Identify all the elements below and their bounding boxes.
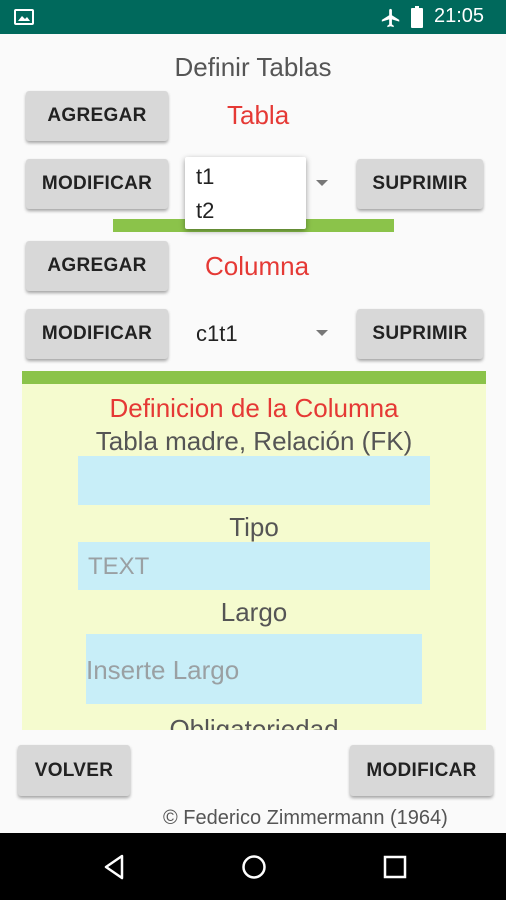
page-title: Definir Tablas (174, 52, 332, 82)
column-divider (22, 371, 486, 384)
table-option[interactable]: t2 (196, 198, 214, 224)
delete-table-button[interactable]: SUPRIMIR (357, 159, 483, 209)
home-icon[interactable] (241, 854, 267, 885)
copyright-footer: © Federico Zimmermann (1964) (163, 807, 448, 829)
largo-placeholder: Inserte Largo (86, 655, 240, 685)
table-section-label: Tabla (227, 100, 290, 130)
airplane-icon (380, 7, 402, 34)
status-clock: 21:05 (434, 5, 485, 27)
modify-column-button[interactable]: MODIFICAR (26, 309, 168, 359)
status-bar: 21:05 (0, 0, 506, 34)
column-section-label: Columna (205, 251, 310, 281)
tipo-input[interactable]: TEXT (78, 542, 430, 590)
back-icon[interactable] (103, 854, 125, 885)
fk-input[interactable] (78, 456, 430, 505)
tipo-placeholder: TEXT (88, 553, 150, 580)
largo-input[interactable]: Inserte Largo (86, 634, 422, 704)
largo-label: Largo (220, 597, 288, 627)
image-notification-icon (14, 9, 34, 30)
add-table-button[interactable]: AGREGAR (26, 91, 168, 141)
back-button[interactable]: VOLVER (18, 745, 130, 796)
battery-icon (411, 6, 423, 33)
column-definition-heading: Definicion de la Columna (109, 393, 399, 423)
navigation-bar (0, 833, 506, 900)
table-dropdown[interactable]: t1 t2 (185, 157, 306, 229)
recents-icon[interactable] (383, 855, 407, 884)
fk-label: Tabla madre, Relación (FK) (95, 426, 413, 456)
delete-column-button[interactable]: SUPRIMIR (357, 309, 483, 359)
modify-column-definition-button[interactable]: MODIFICAR (350, 745, 493, 796)
column-spinner-caret-icon[interactable] (316, 330, 328, 336)
table-spinner-caret-icon[interactable] (316, 180, 328, 186)
table-option[interactable]: t1 (196, 164, 214, 190)
modify-table-button[interactable]: MODIFICAR (26, 159, 168, 209)
obligatoriedad-label: Obligatoriedad (169, 714, 339, 730)
column-spinner[interactable]: c1t1 (196, 321, 238, 347)
tipo-label: Tipo (229, 512, 279, 542)
column-definition-panel: Definicion de la Columna Tabla madre, Re… (22, 384, 486, 730)
add-column-button[interactable]: AGREGAR (26, 241, 168, 291)
